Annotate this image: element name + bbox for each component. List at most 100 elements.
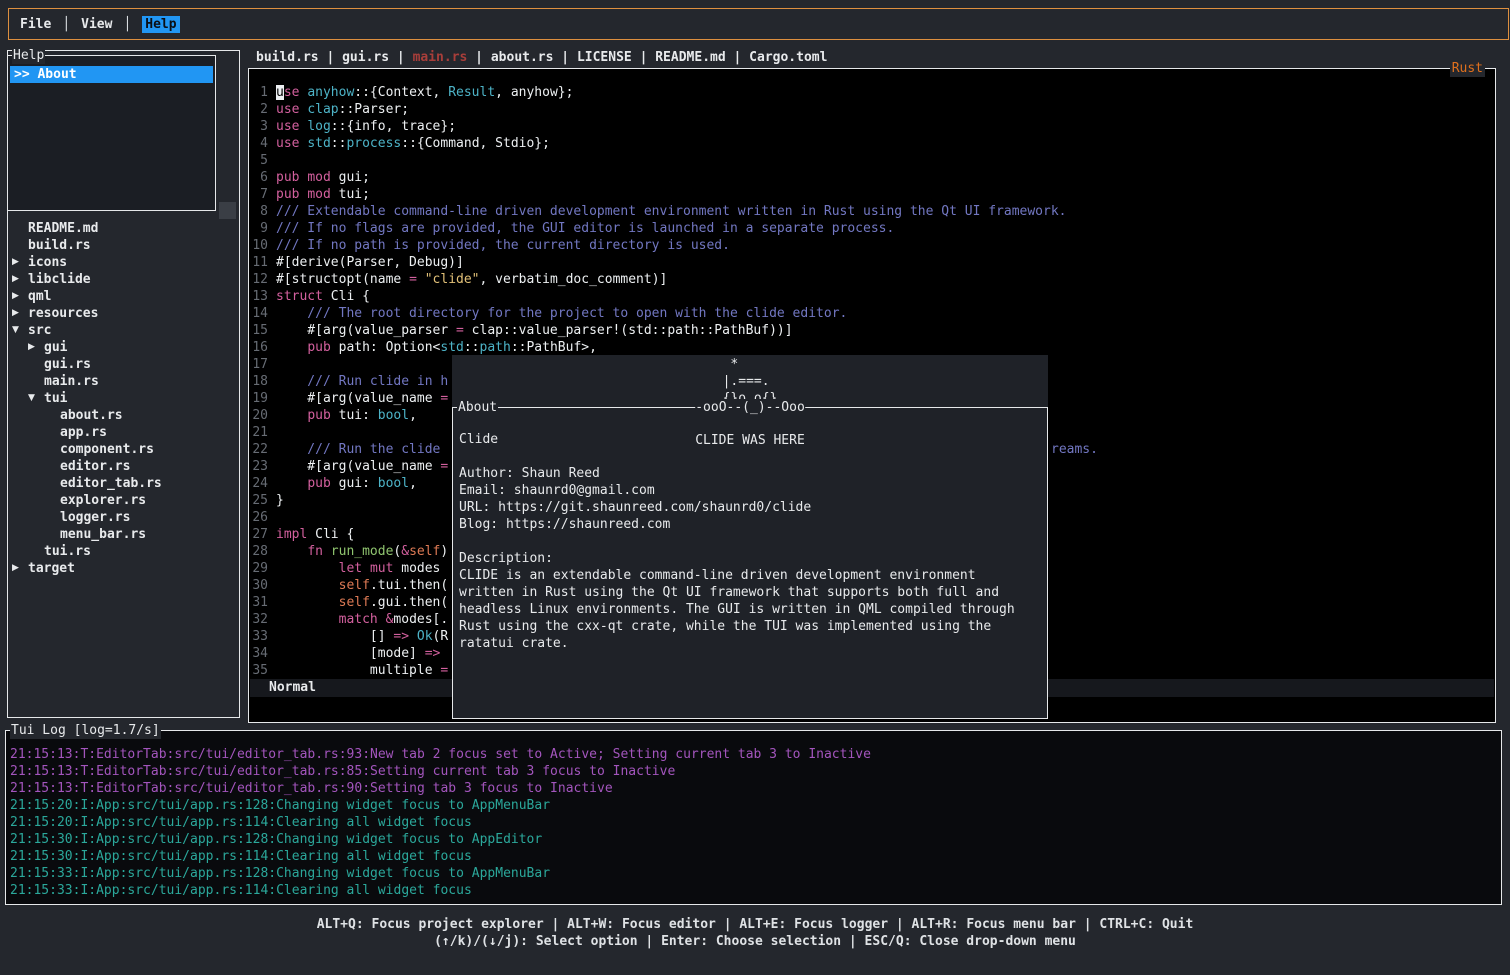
code-token: , anyhow}; xyxy=(495,85,573,100)
code-line-text: /// Run the clide xyxy=(276,441,448,458)
menu-item-file[interactable]: File xyxy=(20,16,51,33)
code-token: = xyxy=(440,459,448,474)
code-line-2[interactable]: 2 use clap::Parser; xyxy=(249,101,1495,118)
code-token: self xyxy=(409,544,440,559)
explorer-item-icons[interactable]: ▶icons xyxy=(8,254,239,271)
chevron-collapsed-icon[interactable]: ▶ xyxy=(28,339,44,356)
code-token xyxy=(362,561,370,576)
line-number: 21 xyxy=(249,424,268,441)
dropdown-item-about[interactable]: >> About xyxy=(10,66,213,83)
ascii-art-line: |.===. xyxy=(723,373,778,390)
tab-main.rs[interactable]: main.rs xyxy=(413,50,468,65)
explorer-item-main.rs[interactable]: main.rs xyxy=(8,373,239,390)
code-line-text: pub tui: bool, xyxy=(276,407,417,424)
code-line-11[interactable]: 11#[derive(Parser, Debug)] xyxy=(249,254,1495,271)
menu-separator: │ xyxy=(123,16,131,33)
tab-build.rs[interactable]: build.rs xyxy=(256,50,319,65)
code-line-6[interactable]: 6pub mod gui; xyxy=(249,169,1495,186)
code-line-12[interactable]: 12#[structopt(name = "clide", verbatim_d… xyxy=(249,271,1495,288)
code-token: let xyxy=(339,561,362,576)
code-line-9[interactable]: 9/// If no flags are provided, the GUI e… xyxy=(249,220,1495,237)
code-line-16[interactable]: 16 pub path: Option<std::path::PathBuf>, xyxy=(249,339,1495,356)
explorer-item-build.rs[interactable]: build.rs xyxy=(8,237,239,254)
code-token: multiple xyxy=(276,663,440,678)
menu-item-view[interactable]: View xyxy=(81,16,112,33)
explorer-item-gui.rs[interactable]: gui.rs xyxy=(8,356,239,373)
code-token xyxy=(276,612,339,627)
code-line-text: use clap::Parser; xyxy=(276,101,409,118)
explorer-item-tui.rs[interactable]: tui.rs xyxy=(8,543,239,560)
chevron-collapsed-icon[interactable]: ▶ xyxy=(12,271,28,288)
chevron-collapsed-icon[interactable]: ▶ xyxy=(12,254,28,271)
code-token xyxy=(276,476,307,491)
explorer-item-README.md[interactable]: README.md xyxy=(8,220,239,237)
code-token: :: xyxy=(464,340,480,355)
tree-indent xyxy=(12,220,28,237)
mode-label: Normal xyxy=(269,680,316,695)
tab-about.rs[interactable]: about.rs xyxy=(491,50,554,65)
status-shortcuts-line-1: ALT+Q: Focus project explorer | ALT+W: F… xyxy=(0,916,1510,933)
chevron-expanded-icon[interactable]: ▼ xyxy=(12,322,28,339)
chevron-collapsed-icon[interactable]: ▶ xyxy=(12,560,28,577)
explorer-item-target[interactable]: ▶target xyxy=(8,560,239,577)
code-token: /// Run clide in h xyxy=(276,374,448,389)
code-line-1[interactable]: 1use anyhow::{Context, Result, anyhow}; xyxy=(249,84,1495,101)
explorer-item-editor_tab.rs[interactable]: editor_tab.rs xyxy=(8,475,239,492)
code-line-text: self.tui.then( xyxy=(276,577,448,594)
code-token: impl xyxy=(276,527,307,542)
explorer-item-explorer.rs[interactable]: explorer.rs xyxy=(8,492,239,509)
explorer-scrollbar-thumb[interactable] xyxy=(219,202,236,219)
code-token: = xyxy=(440,391,448,406)
tree-indent xyxy=(44,407,60,424)
code-token: = xyxy=(456,323,464,338)
code-line-13[interactable]: 13struct Cli { xyxy=(249,288,1495,305)
explorer-item-tui[interactable]: ▼tui xyxy=(8,390,239,407)
explorer-item-resources[interactable]: ▶resources xyxy=(8,305,239,322)
code-token: use xyxy=(276,136,299,151)
code-token: pub xyxy=(307,408,330,423)
code-line-text: self.gui.then( xyxy=(276,594,448,611)
menu-item-help[interactable]: Help xyxy=(142,16,179,33)
explorer-item-src[interactable]: ▼src xyxy=(8,322,239,339)
explorer-item-app.rs[interactable]: app.rs xyxy=(8,424,239,441)
code-token: .tui.then( xyxy=(370,578,448,593)
tab-LICENSE[interactable]: LICENSE xyxy=(577,50,632,65)
log-panel[interactable]: Tui Log [log=1.7/s] 21:15:13:T:EditorTab… xyxy=(5,730,1502,905)
explorer-item-menu_bar.rs[interactable]: menu_bar.rs xyxy=(8,526,239,543)
code-line-7[interactable]: 7pub mod tui; xyxy=(249,186,1495,203)
code-token: #[structopt(name xyxy=(276,272,409,287)
code-line-text: /// The root directory for the project t… xyxy=(276,305,847,322)
explorer-item-logger.rs[interactable]: logger.rs xyxy=(8,509,239,526)
tree-indent xyxy=(44,475,60,492)
code-token xyxy=(378,612,386,627)
tab-README.md[interactable]: README.md xyxy=(655,50,725,65)
explorer-item-about.rs[interactable]: about.rs xyxy=(8,407,239,424)
explorer-item-label: target xyxy=(28,560,75,577)
tab-separator: | xyxy=(632,50,655,65)
line-number: 2 xyxy=(249,101,268,118)
explorer-item-editor.rs[interactable]: editor.rs xyxy=(8,458,239,475)
code-token: use xyxy=(276,119,299,134)
code-token: /// If no path is provided, the current … xyxy=(276,238,730,253)
code-line-4[interactable]: 4use std::process::{Command, Stdio}; xyxy=(249,135,1495,152)
code-line-text: #[derive(Parser, Debug)] xyxy=(276,254,464,271)
explorer-item-gui[interactable]: ▶gui xyxy=(8,339,239,356)
tab-Cargo.toml[interactable]: Cargo.toml xyxy=(749,50,827,65)
code-line-14[interactable]: 14 /// The root directory for the projec… xyxy=(249,305,1495,322)
code-token: path xyxy=(480,340,511,355)
chevron-expanded-icon[interactable]: ▼ xyxy=(28,390,44,407)
code-line-5[interactable]: 5 xyxy=(249,152,1495,169)
code-line-15[interactable]: 15 #[arg(value_parser = clap::value_pars… xyxy=(249,322,1495,339)
code-line-8[interactable]: 8/// Extendable command-line driven deve… xyxy=(249,203,1495,220)
tab-gui.rs[interactable]: gui.rs xyxy=(342,50,389,65)
code-token: modes xyxy=(393,561,440,576)
explorer-item-qml[interactable]: ▶qml xyxy=(8,288,239,305)
explorer-item-libclide[interactable]: ▶libclide xyxy=(8,271,239,288)
line-number: 19 xyxy=(249,390,268,407)
chevron-collapsed-icon[interactable]: ▶ xyxy=(12,305,28,322)
chevron-collapsed-icon[interactable]: ▶ xyxy=(12,288,28,305)
explorer-item-component.rs[interactable]: component.rs xyxy=(8,441,239,458)
log-entry: 21:15:30:I:App:src/tui/app.rs:114:Cleari… xyxy=(10,848,1501,865)
code-line-3[interactable]: 3use log::{info, trace}; xyxy=(249,118,1495,135)
code-line-10[interactable]: 10/// If no path is provided, the curren… xyxy=(249,237,1495,254)
